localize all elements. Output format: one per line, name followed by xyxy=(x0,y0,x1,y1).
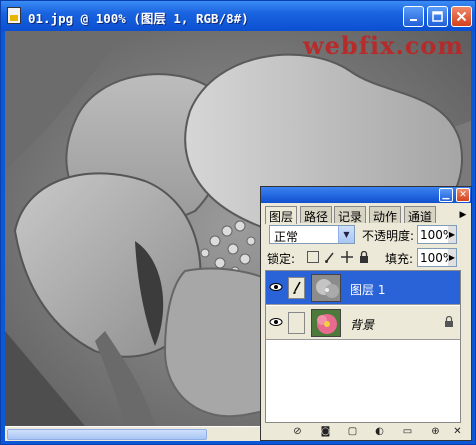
lock-all-icon[interactable] xyxy=(358,250,370,263)
window-title: 01.jpg @ 100% (图层 1, RGB/8#) xyxy=(28,11,249,26)
blend-opacity-row: 正常 ▼ 不透明度: 100% ▶ xyxy=(267,223,467,247)
fill-label: 填充: xyxy=(385,252,414,266)
tab-actions[interactable]: 动作 xyxy=(369,206,402,224)
brush-icon[interactable] xyxy=(288,277,305,299)
watermark-text: webfix.com xyxy=(303,31,464,60)
palette-tabs: 图层 路径 记录 动作 通道 ▶ xyxy=(265,206,469,224)
link-layers-icon[interactable]: ⊘ xyxy=(291,425,304,438)
palette-menu-button[interactable]: ▶ xyxy=(457,208,469,221)
tab-layers[interactable]: 图层 xyxy=(265,206,298,224)
lock-fill-row: 锁定: 填充: 100% ▶ xyxy=(267,248,467,268)
lock-transparent-icon[interactable] xyxy=(307,251,319,263)
blend-mode-value: 正常 xyxy=(274,230,299,244)
layer-thumbnail xyxy=(311,309,341,337)
layer-row-background[interactable]: 背景 xyxy=(266,306,460,340)
palette-close-button[interactable]: ✕ xyxy=(456,188,470,202)
opacity-label: 不透明度: xyxy=(362,229,415,243)
lock-image-icon[interactable] xyxy=(324,251,336,263)
delete-layer-icon[interactable]: ✕ xyxy=(451,425,464,438)
title-bar[interactable]: 01.jpg @ 100% (图层 1, RGB/8#) xyxy=(1,1,475,31)
layer-mask-icon[interactable]: ▢ xyxy=(346,425,359,438)
minimize-icon xyxy=(404,7,423,26)
minimize-icon: ▁ xyxy=(442,189,450,200)
document-icon xyxy=(7,7,21,24)
new-group-icon[interactable]: ◐ xyxy=(373,425,386,438)
layers-list: 图层 1 背景 xyxy=(265,270,461,423)
blend-mode-select[interactable]: 正常 ▼ xyxy=(269,225,355,244)
eye-icon[interactable] xyxy=(268,279,284,295)
palette-bottom-bar: ⊘ ◙ ▢ ◐ ▭ ⊕ ✕ xyxy=(261,423,471,440)
palette-title-bar[interactable]: ▁ ✕ xyxy=(261,187,471,203)
layers-palette: ▁ ✕ 图层 路径 记录 动作 通道 ▶ 正常 ▼ 不透明度: 100% ▶ 锁… xyxy=(260,186,472,441)
layer-name[interactable]: 背景 xyxy=(350,316,374,333)
maximize-icon xyxy=(428,7,447,26)
tab-history[interactable]: 记录 xyxy=(334,206,367,224)
lock-icon xyxy=(444,315,454,330)
layer-row-layer1[interactable]: 图层 1 xyxy=(266,271,460,305)
triangle-right-icon[interactable]: ▶ xyxy=(448,226,456,243)
maximize-button[interactable] xyxy=(427,6,448,27)
tab-channels[interactable]: 通道 xyxy=(404,206,437,224)
layer-name[interactable]: 图层 1 xyxy=(350,281,385,298)
opacity-input[interactable]: 100% ▶ xyxy=(417,225,457,244)
layer-style-icon[interactable]: ◙ xyxy=(319,425,332,438)
eye-icon[interactable] xyxy=(268,314,284,330)
triangle-right-icon: ▶ xyxy=(459,209,467,220)
scrollbar-thumb[interactable] xyxy=(7,429,207,440)
layer-thumbnail xyxy=(311,274,341,302)
close-icon: ✕ xyxy=(459,189,467,200)
close-icon xyxy=(452,7,471,26)
fill-input[interactable]: 100% ▶ xyxy=(417,248,457,267)
horizontal-scrollbar[interactable] xyxy=(5,426,263,441)
minimize-button[interactable] xyxy=(403,6,424,27)
chevron-down-icon[interactable]: ▼ xyxy=(338,226,354,243)
layers-scrollbar[interactable] xyxy=(461,270,469,423)
lock-position-icon[interactable] xyxy=(341,251,353,263)
adjustment-layer-icon[interactable]: ▭ xyxy=(401,425,414,438)
triangle-right-icon[interactable]: ▶ xyxy=(448,249,456,266)
tab-paths[interactable]: 路径 xyxy=(300,206,333,224)
new-layer-icon[interactable]: ⊕ xyxy=(429,425,442,438)
lock-label: 锁定: xyxy=(267,252,296,266)
palette-minimize-button[interactable]: ▁ xyxy=(439,188,453,202)
close-button[interactable] xyxy=(451,6,472,27)
link-slot[interactable] xyxy=(288,312,305,334)
